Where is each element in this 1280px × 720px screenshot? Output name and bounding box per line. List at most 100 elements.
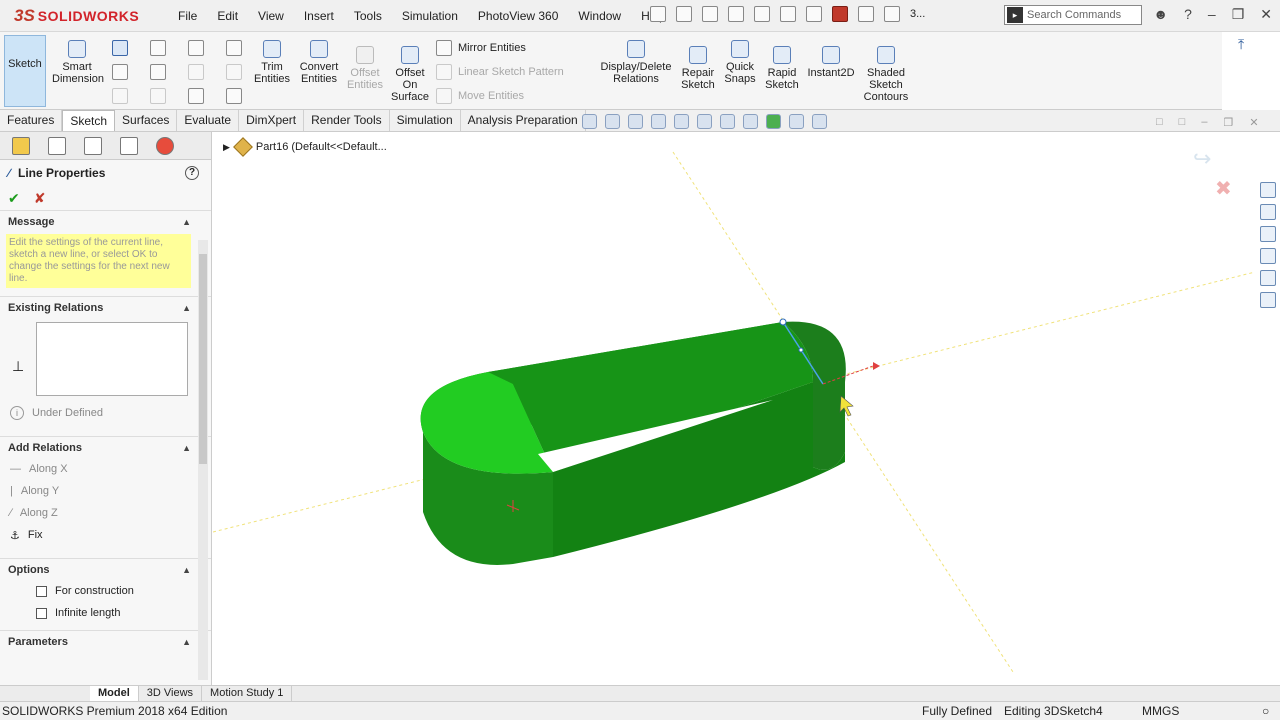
confirm-ok-icon[interactable]: ↪ [1193, 146, 1211, 172]
display-manager-tab-icon[interactable] [156, 136, 174, 155]
options-header[interactable]: Options ▲ [0, 558, 211, 580]
new-document-icon[interactable] [676, 6, 692, 22]
dimxpert-manager-tab-icon[interactable] [120, 136, 138, 155]
display-style-icon[interactable] [720, 114, 735, 129]
dynamic-annotation-icon[interactable] [674, 114, 689, 129]
toolbar-overflow[interactable]: 3... [910, 8, 925, 20]
for-construction-checkbox[interactable]: For construction [0, 580, 211, 602]
help-icon[interactable]: ? [1184, 6, 1192, 23]
undo-icon[interactable] [780, 6, 796, 22]
offset-on-surface-button[interactable]: Offset On Surface [390, 46, 430, 103]
infinite-length-checkbox[interactable]: Infinite length [0, 602, 211, 624]
smart-dimension-button[interactable]: Smart Dimension [52, 40, 104, 85]
mirror-entities-button[interactable]: Mirror Entities [436, 40, 526, 56]
file-properties-icon[interactable] [858, 6, 874, 22]
home-icon[interactable] [650, 6, 666, 22]
hide-show-icon[interactable] [743, 114, 758, 129]
tab-render-tools[interactable]: Render Tools [304, 110, 390, 131]
property-manager-tab-icon[interactable] [48, 136, 66, 155]
graphics-area[interactable]: ▶ Part16 (Default<<Default... ↪ ✖ [213, 132, 1255, 685]
tab-sketch[interactable]: Sketch [62, 110, 116, 131]
user-icon[interactable]: ☻ [1153, 6, 1168, 23]
menu-view[interactable]: View [248, 0, 294, 32]
parameters-header[interactable]: Parameters ▲ [0, 630, 211, 652]
search-input[interactable]: Search Commands [1027, 9, 1121, 21]
tab-scroll-arrows[interactable] [0, 686, 90, 701]
quick-snaps-button[interactable]: Quick Snaps [722, 40, 758, 85]
minimize-icon[interactable]: – [1208, 6, 1216, 23]
construction-check-box[interactable] [36, 585, 47, 597]
model-viewport[interactable] [213, 132, 1255, 685]
design-library-icon[interactable] [1260, 204, 1276, 220]
cancel-x-icon[interactable]: ✘ [34, 190, 46, 207]
options-gear-icon[interactable] [884, 6, 900, 22]
rapid-sketch-button[interactable]: Rapid Sketch [762, 46, 802, 91]
sketch-midpoint[interactable] [798, 347, 804, 353]
menu-simulation[interactable]: Simulation [392, 0, 468, 32]
save-icon[interactable] [728, 6, 744, 22]
doc-min-icon[interactable]: – [1201, 116, 1207, 129]
search-commands-box[interactable]: ▸ Search Commands [1004, 5, 1142, 25]
relation-along-y[interactable]: | Along Y [0, 480, 211, 502]
doc-tile-icon[interactable]: □ [1179, 116, 1186, 129]
tab-analysis-preparation[interactable]: Analysis Preparation [461, 110, 586, 131]
confirmation-corner[interactable]: ↪ ✖ [1185, 142, 1245, 200]
existing-relations-list[interactable] [36, 322, 188, 396]
add-relations-header[interactable]: Add Relations ▲ [0, 436, 211, 458]
line-icon[interactable] [112, 40, 128, 56]
message-group-header[interactable]: Message ▲ [0, 210, 211, 232]
repair-sketch-button[interactable]: Repair Sketch [678, 46, 718, 91]
rebuild-icon[interactable] [832, 6, 848, 22]
confirm-cancel-icon[interactable]: ✖ [1215, 176, 1232, 201]
view-settings-icon[interactable] [812, 114, 827, 129]
tab-features[interactable]: Features [0, 110, 63, 131]
doc-close-icon[interactable]: ✕ [1249, 116, 1258, 129]
unit-system-selector[interactable]: MMGS [1142, 704, 1179, 718]
open-icon[interactable] [702, 6, 718, 22]
plane-icon[interactable] [226, 88, 242, 104]
appearances-icon[interactable] [1260, 270, 1276, 286]
menu-edit[interactable]: Edit [207, 0, 248, 32]
tab-motion-study[interactable]: Motion Study 1 [202, 686, 293, 701]
trim-entities-button[interactable]: Trim Entities [252, 40, 292, 85]
circle-icon[interactable] [150, 40, 166, 56]
pm-help-icon[interactable]: ? [185, 166, 199, 180]
relation-fix[interactable]: ⚓ Fix [0, 524, 211, 546]
exit-sketch-button[interactable]: Sketch [4, 35, 46, 107]
doc-minimize-icon[interactable]: □ [1156, 116, 1163, 129]
close-icon[interactable]: ✕ [1260, 6, 1272, 23]
help-bubble-icon[interactable]: ○ [1262, 704, 1269, 718]
menu-tools[interactable]: Tools [344, 0, 392, 32]
instant2d-button[interactable]: Instant2D [806, 46, 856, 79]
solidworks-resources-icon[interactable] [1260, 182, 1276, 198]
zoom-to-fit-icon[interactable] [582, 114, 597, 129]
print-icon[interactable] [754, 6, 770, 22]
pm-scrollbar[interactable] [198, 240, 208, 680]
point-icon[interactable] [226, 40, 242, 56]
relation-along-z[interactable]: ∕ Along Z [0, 502, 211, 524]
scene-icon[interactable] [789, 114, 804, 129]
doc-restore-icon[interactable]: ❐ [1223, 116, 1233, 129]
tab-surfaces[interactable]: Surfaces [115, 110, 178, 131]
pin-icon[interactable]: ⤒ [1238, 36, 1254, 52]
zoom-area-icon[interactable] [605, 114, 620, 129]
infinite-check-box[interactable] [36, 607, 47, 619]
view-orientation-icon[interactable] [697, 114, 712, 129]
file-explorer-icon[interactable] [1260, 226, 1276, 242]
arc-icon[interactable] [150, 64, 166, 80]
fillet-icon[interactable] [188, 88, 204, 104]
solidworks-logo[interactable]: 3S SOLIDWORKS [0, 0, 150, 32]
view-palette-icon[interactable] [1260, 248, 1276, 264]
menu-window[interactable]: Window [568, 0, 631, 32]
display-delete-relations-button[interactable]: Display/Delete Relations [600, 40, 672, 85]
rectangle-icon[interactable] [112, 64, 128, 80]
tab-evaluate[interactable]: Evaluate [177, 110, 240, 131]
tab-3d-views[interactable]: 3D Views [139, 686, 203, 701]
select-icon[interactable] [806, 6, 822, 22]
tab-model[interactable]: Model [90, 686, 139, 701]
custom-properties-icon[interactable] [1260, 292, 1276, 308]
existing-relations-header[interactable]: Existing Relations ▲ [0, 296, 211, 318]
section-view-icon[interactable] [651, 114, 666, 129]
menu-photoview[interactable]: PhotoView 360 [468, 0, 569, 32]
edit-appearance-icon[interactable] [766, 114, 781, 129]
